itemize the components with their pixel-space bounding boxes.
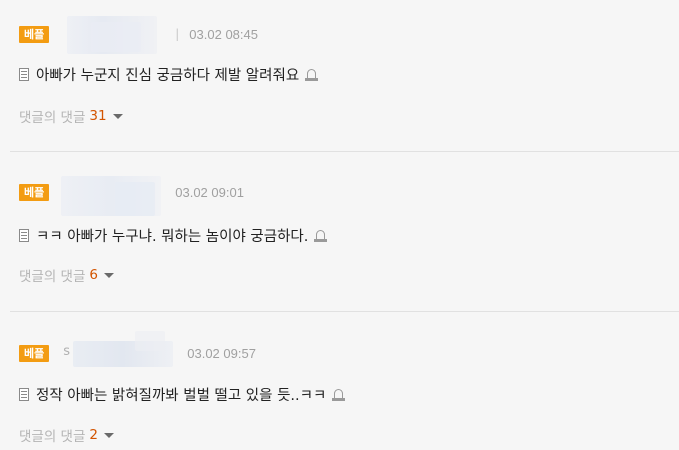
- comment-text: 아빠가 누군지 진심 궁금하다 제발 알려줘요: [36, 68, 300, 84]
- nickname-initial: s: [63, 344, 71, 359]
- comment-item: 베플 s 03.02 09:57 정작 아빠는 밝혀질까봐 벌벌 떨고 있을 듯…: [0, 311, 679, 450]
- reply-label: 댓글의 댓글: [19, 269, 86, 285]
- comment-text: ㅋㅋ 아빠가 누구냐. 뭐하는 놈이야 궁금하다.: [36, 229, 309, 245]
- caret-down-icon[interactable]: [112, 113, 123, 119]
- caret-down-icon[interactable]: [104, 272, 114, 278]
- comment-time: 03.02 09:57: [187, 345, 256, 361]
- comment-header: 베플 | 03.02 08:45: [19, 16, 258, 54]
- best-reply-badge: 베플: [19, 344, 50, 362]
- caret-down-icon[interactable]: [104, 432, 114, 438]
- siren-icon[interactable]: [314, 229, 328, 242]
- reply-label: 댓글의 댓글: [19, 110, 86, 126]
- header-separator: |: [175, 27, 180, 41]
- comment-body: 아빠가 누군지 진심 궁금하다 제발 알려줘요: [19, 64, 319, 85]
- reply-count: 6: [89, 267, 98, 283]
- reply-toggle[interactable]: 댓글의 댓글 6: [19, 265, 114, 285]
- document-icon: [19, 229, 29, 242]
- best-reply-badge: 베플: [19, 183, 50, 201]
- reply-count: 2: [89, 427, 98, 443]
- document-icon: [19, 388, 29, 401]
- best-reply-badge: 베플: [19, 25, 50, 43]
- comment-text: 정작 아빠는 밝혀질까봐 벌벌 떨고 있을 듯..ㅋㅋ: [36, 388, 327, 404]
- reply-count: 31: [89, 108, 107, 124]
- comment-header: 베플 s 03.02 09:57: [19, 331, 256, 367]
- author-nickname-blurred[interactable]: s: [55, 331, 177, 367]
- comment-body: ㅋㅋ 아빠가 누구냐. 뭐하는 놈이야 궁금하다.: [19, 225, 328, 246]
- comment-time: 03.02 09:01: [175, 184, 244, 200]
- comment-time: 03.02 08:45: [189, 26, 258, 42]
- comment-item: 베플 03.02 09:01 ㅋㅋ 아빠가 누구냐. 뭐하는 놈이야 궁금하다.…: [0, 152, 679, 312]
- reply-toggle[interactable]: 댓글의 댓글 2: [19, 425, 114, 445]
- author-nickname-blurred[interactable]: [55, 176, 165, 216]
- comment-body: 정작 아빠는 밝혀질까봐 벌벌 떨고 있을 듯..ㅋㅋ: [19, 384, 346, 405]
- reply-toggle[interactable]: 댓글의 댓글 31: [19, 106, 123, 126]
- comment-header: 베플 03.02 09:01: [19, 176, 244, 216]
- siren-icon[interactable]: [305, 68, 319, 81]
- author-nickname-blurred[interactable]: [55, 16, 159, 54]
- comment-item: 베플 | 03.02 08:45 아빠가 누군지 진심 궁금하다 제발 알려줘요…: [0, 0, 679, 152]
- comment-list: 베플 | 03.02 08:45 아빠가 누군지 진심 궁금하다 제발 알려줘요…: [0, 0, 679, 450]
- reply-label: 댓글의 댓글: [19, 429, 86, 445]
- siren-icon[interactable]: [332, 388, 346, 401]
- document-icon: [19, 68, 29, 81]
